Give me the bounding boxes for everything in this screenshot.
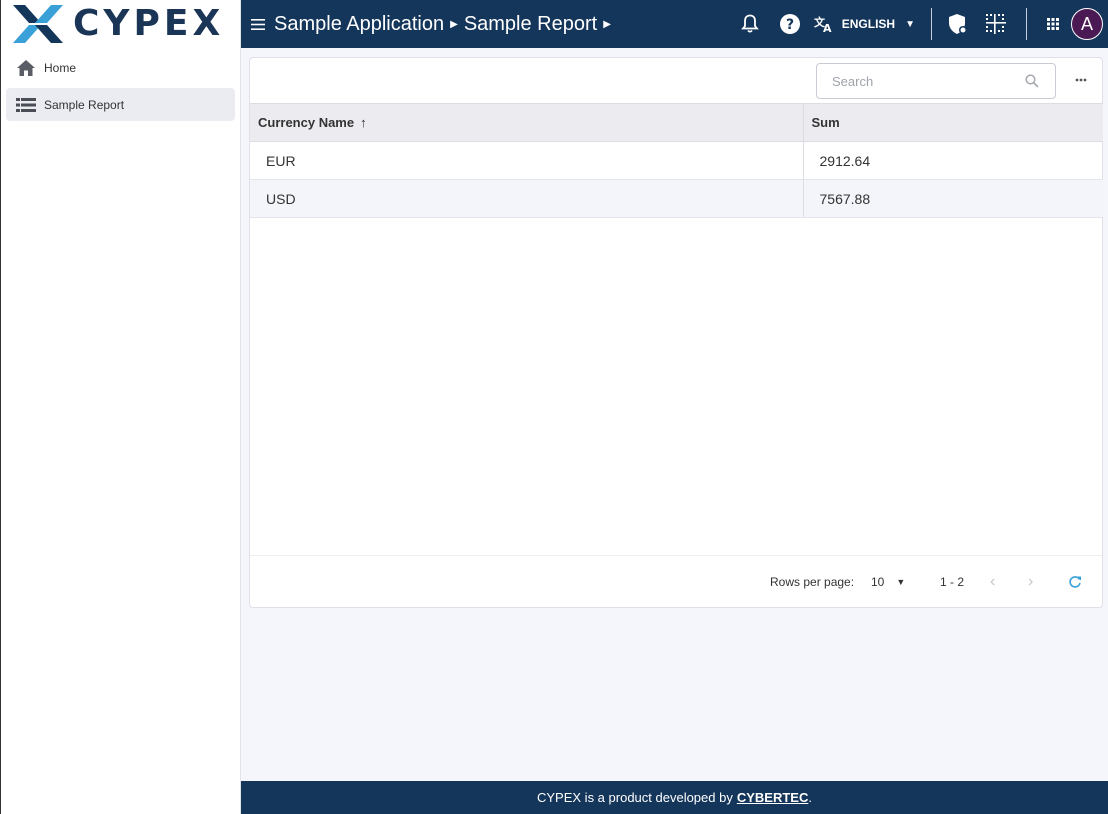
help-icon[interactable]: ? <box>778 12 802 36</box>
sidebar-item-sample-report[interactable]: Sample Report <box>6 88 235 121</box>
svg-text:A: A <box>823 22 832 33</box>
home-icon <box>16 58 36 78</box>
apps-icon[interactable] <box>1041 12 1065 36</box>
footer-suffix: . <box>808 790 812 805</box>
sidebar-nav: Home Sample Report <box>1 48 240 128</box>
bell-icon[interactable] <box>738 12 762 36</box>
avatar[interactable]: A <box>1071 8 1103 40</box>
caret-right-icon: ▶ <box>450 18 458 30</box>
app-header: Sample Application ▶ Sample Report ▶ ? 文… <box>241 0 1108 48</box>
divider <box>931 8 932 40</box>
cell-currency: USD <box>250 179 804 218</box>
search-placeholder: Search <box>832 73 874 89</box>
search-icon <box>1025 74 1039 91</box>
data-table: Currency Name ↑ Sum EUR 2912.64 USD 7567.… <box>250 103 1103 218</box>
menu-icon[interactable] <box>251 14 265 34</box>
sidebar-item-label: Sample Report <box>44 97 125 112</box>
site-footer: CYPEX is a product developed by CYBERTEC… <box>241 781 1108 814</box>
cypex-logo-icon <box>13 5 63 43</box>
list-icon <box>16 95 36 115</box>
language-label: ENGLISH <box>841 17 896 31</box>
logo-text: CYPEX <box>73 3 225 44</box>
sidebar: CYPEX Home Sample Report <box>0 0 241 814</box>
rows-per-page-select[interactable]: 10 ▼ <box>871 575 905 589</box>
svg-text:?: ? <box>786 17 794 33</box>
breadcrumb-report[interactable]: Sample Report <box>464 13 597 36</box>
footer-text: CYPEX is a product developed by <box>537 790 733 805</box>
rows-per-page-label: Rows per page: <box>770 575 855 589</box>
chevron-down-icon: ▼ <box>896 577 906 587</box>
sidebar-item-label: Home <box>44 60 77 75</box>
table-header-row: Currency Name ↑ Sum <box>250 103 1103 142</box>
table-toolbar: Search <box>250 58 1102 103</box>
column-header-sum[interactable]: Sum <box>803 103 1103 142</box>
table-row[interactable]: USD 7567.88 <box>250 179 1103 218</box>
sidebar-item-home[interactable]: Home <box>6 51 235 84</box>
chevron-right-icon[interactable]: › <box>1028 573 1033 591</box>
search-input[interactable]: Search <box>816 63 1056 99</box>
translate-icon: 文A <box>814 15 834 33</box>
pagination: Rows per page: 10 ▼ 1 - 2 ‹ › <box>250 555 1102 608</box>
grid-layout-icon[interactable] <box>984 12 1008 36</box>
chevron-down-icon: ▼ <box>905 18 915 30</box>
breadcrumb: Sample Application ▶ Sample Report ▶ <box>274 13 617 36</box>
shield-icon[interactable] <box>946 12 970 36</box>
language-selector[interactable]: 文A ENGLISH ▼ <box>814 15 915 33</box>
cell-currency: EUR <box>250 141 804 180</box>
refresh-icon[interactable] <box>1068 575 1082 589</box>
more-options-icon[interactable] <box>1072 71 1090 89</box>
cell-sum: 7567.88 <box>803 179 1103 218</box>
caret-right-icon: ▶ <box>603 18 611 30</box>
header-actions: ? 文A ENGLISH ▼ A <box>738 0 1108 48</box>
cell-sum: 2912.64 <box>803 141 1103 180</box>
table-row[interactable]: EUR 2912.64 <box>250 141 1103 180</box>
chevron-left-icon[interactable]: ‹ <box>990 573 995 591</box>
sort-ascending-icon: ↑ <box>360 115 367 130</box>
column-header-currency-name[interactable]: Currency Name ↑ <box>250 103 804 142</box>
report-card: Search Currency Name ↑ Sum EUR 2912.64 U… <box>249 57 1103 608</box>
divider <box>1026 8 1027 40</box>
cybertec-link[interactable]: CYBERTEC <box>737 790 809 805</box>
logo[interactable]: CYPEX <box>1 0 240 48</box>
page-range: 1 - 2 <box>940 575 965 589</box>
breadcrumb-application[interactable]: Sample Application <box>274 13 444 36</box>
